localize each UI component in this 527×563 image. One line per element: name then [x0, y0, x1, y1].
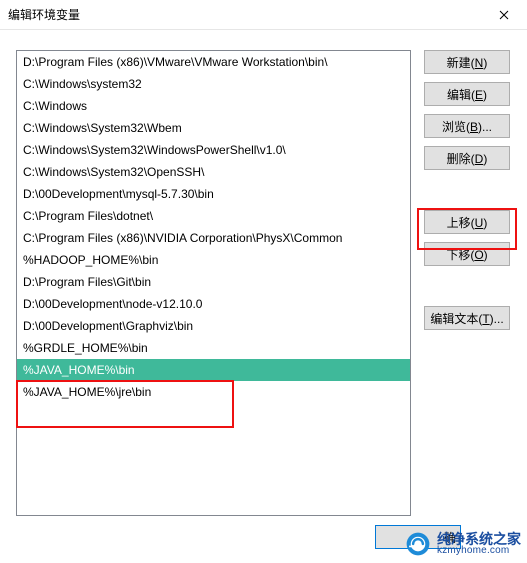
list-item[interactable]: D:\Program Files (x86)\VMware\VMware Wor…: [17, 51, 410, 73]
list-item[interactable]: D:\00Development\Graphviz\bin: [17, 315, 410, 337]
list-item[interactable]: %JAVA_HOME%\bin: [17, 359, 410, 381]
browse-button[interactable]: 浏览(B)...: [424, 114, 510, 138]
list-item[interactable]: C:\Windows\System32\Wbem: [17, 117, 410, 139]
delete-button[interactable]: 删除(D): [424, 146, 510, 170]
list-item[interactable]: C:\Program Files (x86)\NVIDIA Corporatio…: [17, 227, 410, 249]
list-item[interactable]: C:\Windows: [17, 95, 410, 117]
watermark-url: kzmyhome.com: [437, 546, 521, 556]
move-down-button[interactable]: 下移(O): [424, 242, 510, 266]
edit-text-button[interactable]: 编辑文本(T)...: [424, 306, 510, 330]
list-item[interactable]: D:\00Development\mysql-5.7.30\bin: [17, 183, 410, 205]
list-item[interactable]: C:\Windows\System32\WindowsPowerShell\v1…: [17, 139, 410, 161]
list-item[interactable]: D:\00Development\node-v12.10.0: [17, 293, 410, 315]
list-item[interactable]: %HADOOP_HOME%\bin: [17, 249, 410, 271]
list-item[interactable]: %JAVA_HOME%\jre\bin: [17, 381, 410, 403]
close-button[interactable]: [481, 0, 527, 30]
list-item[interactable]: C:\Windows\System32\OpenSSH\: [17, 161, 410, 183]
watermark-name: 纯净系统之家: [437, 532, 521, 546]
list-item[interactable]: C:\Program Files\dotnet\: [17, 205, 410, 227]
move-up-button[interactable]: 上移(U): [424, 210, 510, 234]
window-title: 编辑环境变量: [8, 6, 481, 23]
close-icon: [499, 10, 509, 20]
new-button[interactable]: 新建(N): [424, 50, 510, 74]
edit-button[interactable]: 编辑(E): [424, 82, 510, 106]
list-item[interactable]: D:\Program Files\Git\bin: [17, 271, 410, 293]
button-column: 新建(N) 编辑(E) 浏览(B)... 删除(D) 上移(U) 下移(O) 编…: [424, 50, 510, 330]
path-listbox[interactable]: D:\Program Files (x86)\VMware\VMware Wor…: [16, 50, 411, 516]
watermark: 纯净系统之家 kzmyhome.com: [405, 531, 521, 557]
list-item[interactable]: C:\Windows\system32: [17, 73, 410, 95]
list-item[interactable]: %GRDLE_HOME%\bin: [17, 337, 410, 359]
dialog-body: D:\Program Files (x86)\VMware\VMware Wor…: [0, 30, 527, 563]
title-bar: 编辑环境变量: [0, 0, 527, 30]
watermark-icon: [405, 531, 431, 557]
